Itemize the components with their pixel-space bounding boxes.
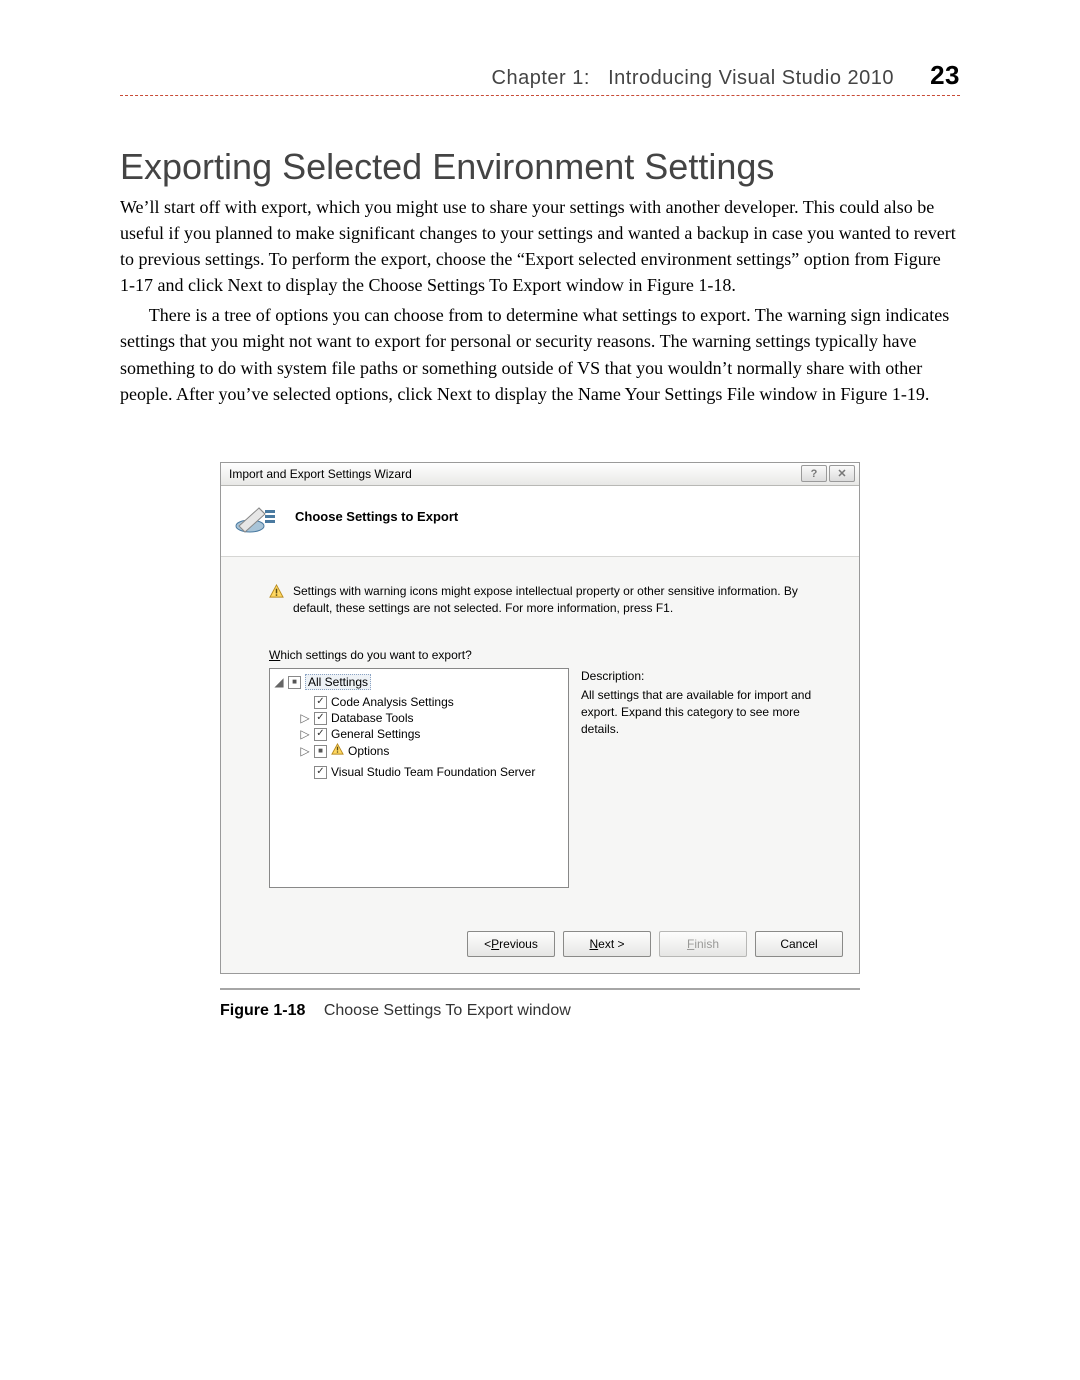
collapse-icon[interactable]: ◢ xyxy=(274,675,284,689)
tree-node[interactable]: ▷ Database Tools xyxy=(300,711,414,725)
wizard-header: Choose Settings to Export xyxy=(221,486,859,557)
description-heading: Description: xyxy=(581,668,825,685)
warning-icon xyxy=(331,743,344,759)
page-number: 23 xyxy=(930,60,960,90)
warning-note: Settings with warning icons might expose… xyxy=(269,583,825,617)
cancel-button[interactable]: Cancel xyxy=(755,931,843,957)
description-text: All settings that are available for impo… xyxy=(581,687,825,737)
tree-node-root[interactable]: ◢ All Settings xyxy=(274,674,371,690)
chapter-title: Introducing Visual Studio 2010 xyxy=(608,67,894,89)
wizard-dialog: Import and Export Settings Wizard ? ✕ xyxy=(220,462,860,974)
tree-node[interactable]: ▷ General Settings xyxy=(300,727,420,741)
previous-button[interactable]: < Previous xyxy=(467,931,555,957)
warning-icon xyxy=(269,584,285,617)
tree-node[interactable]: Visual Studio Team Foundation Server xyxy=(300,765,535,779)
wizard-content: Settings with warning icons might expose… xyxy=(221,557,859,917)
finish-button: Finish xyxy=(659,931,747,957)
close-button[interactable]: ✕ xyxy=(829,465,855,482)
window-title: Import and Export Settings Wizard xyxy=(229,467,412,481)
checkbox-mixed[interactable] xyxy=(314,745,327,758)
tree-label: Visual Studio Team Foundation Server xyxy=(331,765,535,779)
figure-divider xyxy=(220,988,860,990)
figure-caption: Figure 1-18 Choose Settings To Export wi… xyxy=(220,1002,860,1020)
tree-label: Database Tools xyxy=(331,711,414,725)
tree-label: Code Analysis Settings xyxy=(331,695,454,709)
mnemonic: W xyxy=(269,648,280,662)
content-columns: ◢ All Settings Code Analysis Settings xyxy=(269,668,825,888)
body-text: We’ll start off with export, which you m… xyxy=(120,194,960,407)
button-bar: < Previous Next > Finish Cancel xyxy=(221,917,859,973)
tree-node[interactable]: ▷ Options xyxy=(300,743,389,759)
tree-label: Options xyxy=(348,744,389,758)
checkbox[interactable] xyxy=(314,712,327,725)
description-panel: Description: All settings that are avail… xyxy=(581,668,825,888)
prompt-text: hich settings do you want to export? xyxy=(280,648,471,662)
wizard-icon xyxy=(235,496,277,538)
tree-label: General Settings xyxy=(331,727,420,741)
window-buttons: ? ✕ xyxy=(801,465,855,482)
settings-tree[interactable]: ◢ All Settings Code Analysis Settings xyxy=(269,668,569,888)
figure: Import and Export Settings Wizard ? ✕ xyxy=(220,462,860,1020)
wizard-step-title: Choose Settings to Export xyxy=(295,509,458,524)
warning-text: Settings with warning icons might expose… xyxy=(293,583,825,617)
paragraph: We’ll start off with export, which you m… xyxy=(120,194,960,298)
figure-number: Figure 1-18 xyxy=(220,1002,305,1019)
expand-icon[interactable]: ▷ xyxy=(300,711,310,725)
help-button[interactable]: ? xyxy=(801,465,827,482)
tree-label: All Settings xyxy=(305,674,371,690)
checkbox-mixed[interactable] xyxy=(288,676,301,689)
export-prompt: Which settings do you want to export? xyxy=(269,648,825,662)
tree-node[interactable]: Code Analysis Settings xyxy=(300,695,454,709)
next-button[interactable]: Next > xyxy=(563,931,651,957)
expand-icon[interactable]: ▷ xyxy=(300,727,310,741)
figure-caption-text: Choose Settings To Export window xyxy=(324,1002,571,1019)
page: Chapter 1: Introducing Visual Studio 201… xyxy=(0,0,1080,1120)
checkbox[interactable] xyxy=(314,766,327,779)
checkbox[interactable] xyxy=(314,696,327,709)
chapter-label: Chapter 1: xyxy=(492,67,590,89)
titlebar: Import and Export Settings Wizard ? ✕ xyxy=(221,463,859,486)
expand-icon[interactable]: ▷ xyxy=(300,744,310,758)
paragraph: There is a tree of options you can choos… xyxy=(120,302,960,406)
section-title: Exporting Selected Environment Settings xyxy=(120,146,960,188)
running-header: Chapter 1: Introducing Visual Studio 201… xyxy=(120,60,960,96)
checkbox[interactable] xyxy=(314,728,327,741)
